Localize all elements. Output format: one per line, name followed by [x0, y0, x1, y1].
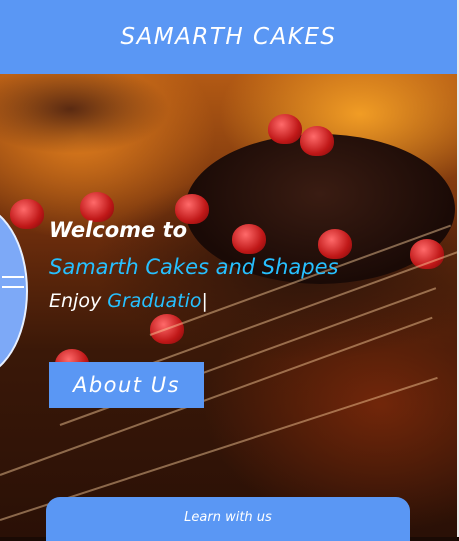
strawberry-decoration: [232, 224, 266, 254]
menu-line: [2, 276, 24, 278]
strawberry-decoration: [10, 199, 44, 229]
enjoy-prefix: Enjoy: [49, 290, 108, 312]
typing-line: Enjoy Graduatio|: [49, 290, 208, 312]
menu-line: [2, 286, 24, 288]
menu-toggle-circle[interactable]: [0, 204, 28, 378]
strawberry-decoration: [410, 239, 444, 269]
strawberry-decoration: [300, 126, 334, 156]
about-us-button[interactable]: About Us: [49, 362, 204, 408]
learn-with-us-label: Learn with us: [184, 510, 272, 525]
site-title[interactable]: SAMARTH CAKES: [120, 24, 336, 50]
hero-banner: Welcome to Samarth Cakes and Shapes Enjo…: [0, 74, 457, 537]
learn-with-us-button[interactable]: Learn with us: [46, 497, 410, 541]
typing-cursor: |: [201, 290, 208, 312]
welcome-text: Welcome to: [49, 218, 188, 242]
site-header: SAMARTH CAKES: [0, 0, 457, 74]
cake-image-left: [0, 74, 170, 154]
hero-subtitle: Samarth Cakes and Shapes: [49, 255, 339, 279]
typed-text: Graduatio: [107, 290, 202, 312]
strawberry-decoration: [268, 114, 302, 144]
